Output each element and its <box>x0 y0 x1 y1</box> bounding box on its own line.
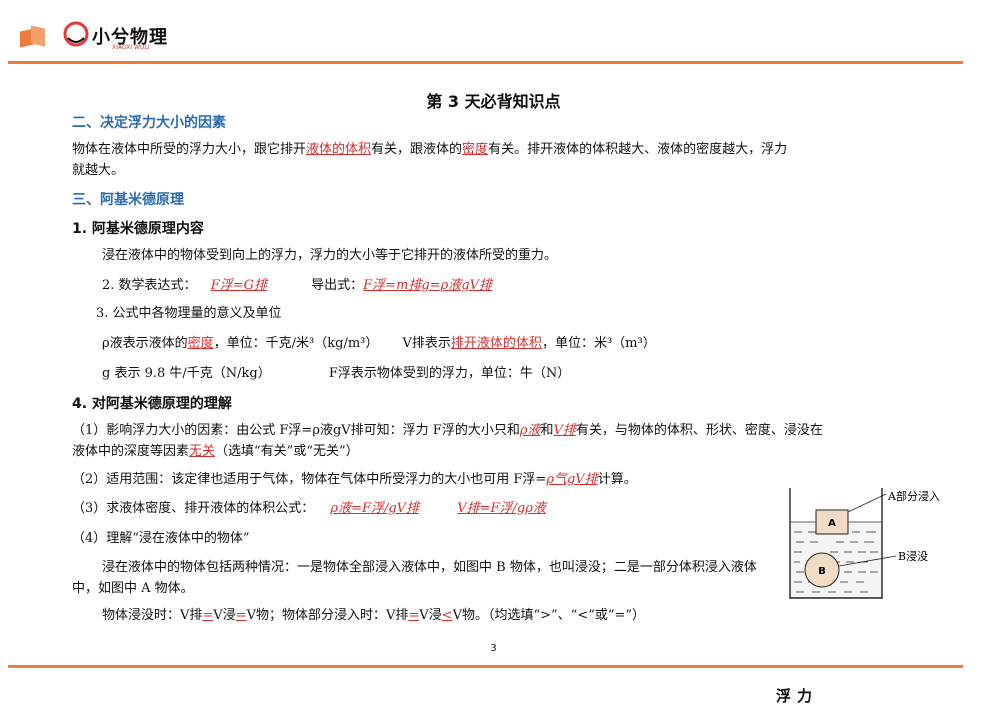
section3-heading: 三、阿基米德原理 <box>72 192 184 208</box>
block-a-label: A <box>828 518 836 529</box>
subsection1-heading: 1. 阿基米德原理内容 <box>72 221 204 237</box>
page-header: 小兮物理 XIAOXI WULI <box>0 0 987 66</box>
page-title: 第 3 天必背知识点 <box>426 92 561 111</box>
section2-heading: 二、决定浮力大小的因素 <box>72 115 226 131</box>
section2-paragraph: 物体在液体中所受的浮力大小，跟它排开液体的体积有关，跟液体的密度有关。排开液体的… <box>72 142 788 178</box>
immersed-object-heading: （4）理解“浸在液体中的物体” <box>72 531 250 546</box>
brand-swirl-icon <box>63 21 89 47</box>
volume-relation-line: 物体浸没时：V排=V浸=V物；物体部分浸入时：V排=V浸<V物。（均选填“>”、… <box>102 608 646 623</box>
footer-divider <box>8 665 963 668</box>
units-heading: 3. 公式中各物理量的意义及单位 <box>96 306 282 321</box>
factors-paragraph: （1）影响浮力大小的因素：由公式 F浮=ρ液gV排可知：浮力 F浮的大小只和ρ液… <box>72 423 823 459</box>
rho-v-units-line: ρ液表示液体的密度，单位：千克/米³（kg/m³） V排表示排开液体的体积，单位… <box>102 336 656 351</box>
density-volume-line: （3）求液体密度、排开液体的体积公式： ρ液=F浮/gV排 V排=F浮/gρ液 <box>72 501 546 516</box>
label-a-text: A部分浸入 <box>887 489 940 503</box>
immersion-paragraph: 浸在液体中的物体包括两种情况：一是物体全部浸入液体中，如图中 B 物体，也叫浸没… <box>72 560 757 596</box>
page-number: 3 <box>490 643 497 654</box>
buoyancy-figure: A B A部分浸入 B浸没 <box>789 488 940 599</box>
footer-chapter-label: 浮力 <box>776 687 819 705</box>
header-divider <box>8 61 963 64</box>
formula-line: 2. 数学表达式： F浮=G排 导出式：F浮=m排g=ρ液gV排 <box>102 278 492 293</box>
brand-subtitle: XIAOXI WULI <box>112 44 150 51</box>
ball-b-label: B <box>818 566 826 577</box>
label-b-text: B浸没 <box>898 550 928 563</box>
g-f-units-line: g 表示 9.8 牛/千克（N/kg） F浮表示物体受到的浮力，单位：牛（N） <box>102 366 571 381</box>
scope-line: （2）适用范围：该定律也适用于气体，物体在气体中所受浮力的大小也可用 F浮=ρ气… <box>72 472 637 487</box>
brand-logo-icon <box>20 24 46 50</box>
subsection4-heading: 4. 对阿基米德原理的理解 <box>72 396 232 412</box>
principle-text: 浸在液体中的物体受到向上的浮力，浮力的大小等于它排开的液体所受的重力。 <box>102 248 558 263</box>
label-a-pointer <box>847 493 887 513</box>
